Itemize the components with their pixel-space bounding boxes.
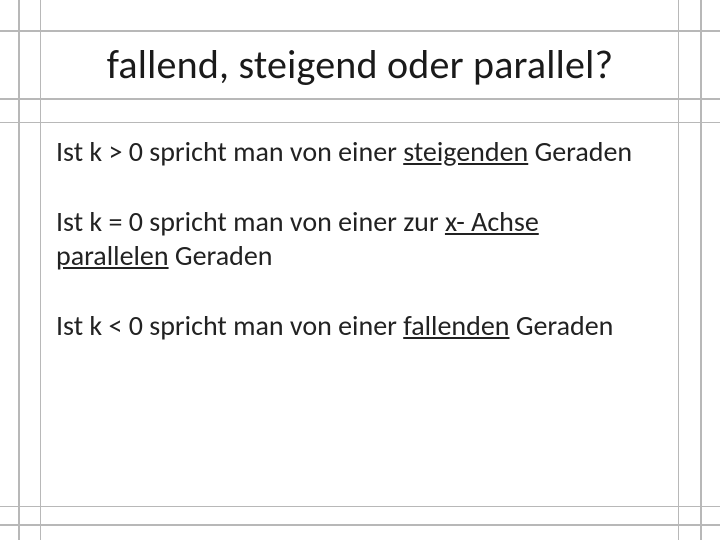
paragraph-fallend: Ist k < 0 spricht man von einer fallende…	[56, 309, 650, 343]
rule-line	[0, 122, 720, 123]
rule-line	[700, 0, 702, 540]
text-run: Ist k > 0 spricht man von einer	[56, 134, 403, 169]
rule-line	[678, 0, 679, 540]
text-run: Geraden	[528, 134, 632, 169]
text-run: Geraden	[169, 238, 273, 273]
underline-steigenden: steigenden	[403, 134, 528, 169]
rule-line	[0, 524, 720, 526]
text-run: Ist k < 0 spricht man von einer	[56, 308, 403, 343]
rule-line	[0, 30, 720, 32]
text-run: Geraden	[509, 308, 613, 343]
slide-title: fallend, steigend oder parallel?	[50, 40, 670, 89]
slide: fallend, steigend oder parallel? Ist k >…	[0, 0, 720, 540]
text-run: Ist k = 0 spricht man von einer zur	[56, 204, 445, 239]
rule-line	[0, 98, 720, 100]
paragraph-parallel: Ist k = 0 spricht man von einer zur x- A…	[56, 205, 650, 273]
rule-line	[0, 506, 720, 507]
slide-body: Ist k > 0 spricht man von einer steigend…	[56, 135, 650, 380]
rule-line	[18, 0, 20, 540]
paragraph-steigend: Ist k > 0 spricht man von einer steigend…	[56, 135, 650, 169]
rule-line	[40, 0, 41, 540]
underline-fallenden: fallenden	[403, 308, 509, 343]
